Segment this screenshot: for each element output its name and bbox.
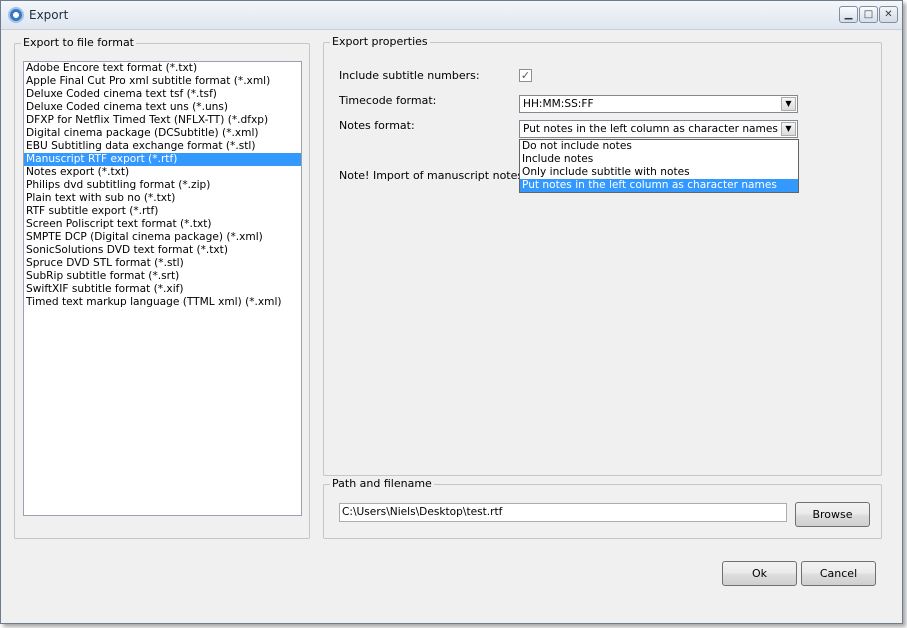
format-list-item[interactable]: RTF subtitle export (*.rtf) xyxy=(24,205,301,218)
timecode-label: Timecode format: xyxy=(339,94,437,107)
notes-label: Notes format: xyxy=(339,119,415,132)
include-numbers-label: Include subtitle numbers: xyxy=(339,69,480,82)
format-list-item[interactable]: Digital cinema package (DCSubtitle) (*.x… xyxy=(24,127,301,140)
notes-option[interactable]: Do not include notes xyxy=(520,140,798,153)
close-icon[interactable]: ✕ xyxy=(879,6,898,23)
format-list-item[interactable]: Manuscript RTF export (*.rtf) xyxy=(24,153,301,166)
format-list-item[interactable]: Philips dvd subtitling format (*.zip) xyxy=(24,179,301,192)
format-list-item[interactable]: SonicSolutions DVD text format (*.txt) xyxy=(24,244,301,257)
format-list-item[interactable]: SubRip subtitle format (*.srt) xyxy=(24,270,301,283)
format-list-item[interactable]: Deluxe Coded cinema text tsf (*.tsf) xyxy=(24,88,301,101)
browse-button[interactable]: Browse xyxy=(795,502,870,527)
path-input[interactable]: C:\Users\Niels\Desktop\test.rtf xyxy=(339,503,787,522)
format-list-item[interactable]: EBU Subtitling data exchange format (*.s… xyxy=(24,140,301,153)
format-listbox[interactable]: Adobe Encore text format (*.txt) Apple Fi… xyxy=(23,61,302,516)
chevron-down-icon[interactable]: ▼ xyxy=(781,97,796,111)
cancel-button[interactable]: Cancel xyxy=(801,561,876,586)
format-list-item[interactable]: Timed text markup language (TTML xml) (*… xyxy=(24,296,301,309)
title-bar[interactable]: Export ▁ □ ✕ xyxy=(1,1,902,30)
notes-dropdown-list[interactable]: Do not include notes Include notes Only in… xyxy=(519,139,799,193)
format-list-item[interactable]: SMPTE DCP (Digital cinema package) (*.xm… xyxy=(24,231,301,244)
notes-option[interactable]: Put notes in the left column as characte… xyxy=(520,179,798,192)
notes-option[interactable]: Only include subtitle with notes xyxy=(520,166,798,179)
manuscript-note-text: Note! Import of manuscript notes d xyxy=(339,169,534,182)
app-gear-icon xyxy=(8,7,24,23)
format-list-item[interactable]: Screen Poliscript text format (*.txt) xyxy=(24,218,301,231)
format-list-item[interactable]: Notes export (*.txt) xyxy=(24,166,301,179)
notes-option[interactable]: Include notes xyxy=(520,153,798,166)
ok-button[interactable]: Ok xyxy=(722,561,797,586)
format-list-item[interactable]: Adobe Encore text format (*.txt) xyxy=(24,62,301,75)
minimize-icon[interactable]: ▁ xyxy=(839,6,858,23)
format-list-item[interactable]: Deluxe Coded cinema text uns (*.uns) xyxy=(24,101,301,114)
format-list-item[interactable]: Plain text with sub no (*.txt) xyxy=(24,192,301,205)
properties-group-title: Export properties xyxy=(330,35,430,49)
notes-select[interactable]: Put notes in the left column as characte… xyxy=(519,120,798,138)
chevron-down-icon[interactable]: ▼ xyxy=(781,122,796,136)
window-title: Export xyxy=(29,8,69,22)
notes-value: Put notes in the left column as characte… xyxy=(523,123,778,135)
maximize-icon[interactable]: □ xyxy=(859,6,878,23)
format-list-item[interactable]: Apple Final Cut Pro xml subtitle format … xyxy=(24,75,301,88)
export-dialog: Export ▁ □ ✕ Export to file format Adobe… xyxy=(0,0,903,624)
timecode-value: HH:MM:SS:FF xyxy=(523,98,594,110)
format-list-item[interactable]: SwiftXIF subtitle format (*.xif) xyxy=(24,283,301,296)
include-numbers-checkbox[interactable]: ✓ xyxy=(519,69,532,82)
format-group-title: Export to file format xyxy=(21,36,136,50)
format-list-item[interactable]: Spruce DVD STL format (*.stl) xyxy=(24,257,301,270)
format-list-item[interactable]: DFXP for Netflix Timed Text (NFLX-TT) (*… xyxy=(24,114,301,127)
timecode-select[interactable]: HH:MM:SS:FF ▼ xyxy=(519,95,798,113)
path-group-title: Path and filename xyxy=(330,477,434,491)
